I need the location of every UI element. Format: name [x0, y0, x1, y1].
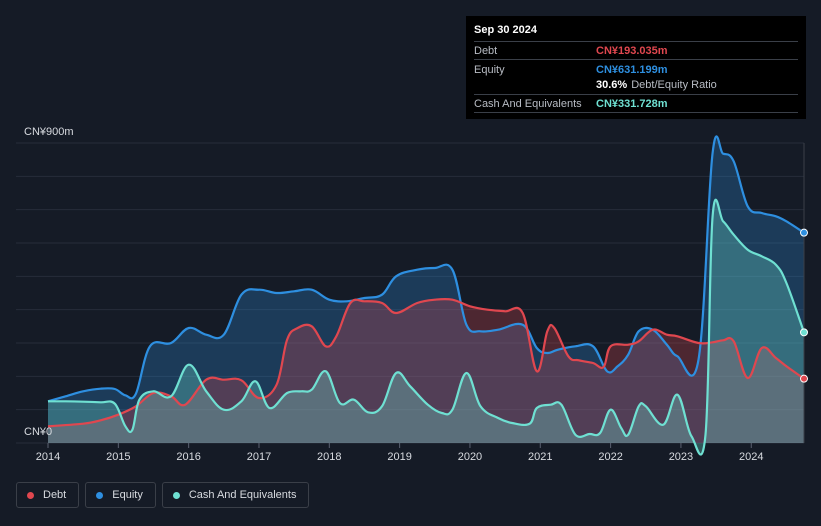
tooltip-ratio-value: 30.6% — [596, 78, 628, 91]
x-tick-label: 2014 — [36, 451, 60, 463]
x-tick-label: 2023 — [669, 451, 693, 463]
y-axis-top-label: CN¥900m — [24, 126, 74, 138]
tooltip-cash-label: Cash And Equivalents — [474, 97, 582, 110]
x-tick-label: 2018 — [317, 451, 341, 463]
legend-debt-label: Debt — [43, 489, 67, 501]
tooltip-cash-value: CN¥331.728m — [596, 97, 668, 110]
equity-end-marker — [800, 228, 808, 237]
x-axis-ticks: 2014 2015 2016 2017 2018 2019 2020 2021 2022 2023… — [36, 443, 763, 463]
x-tick-label: 2022 — [598, 451, 622, 463]
legend: Debt Equity Cash And Equivalents — [16, 482, 310, 508]
legend-item-cash[interactable]: Cash And Equivalents — [161, 482, 310, 508]
debt-dot-icon — [27, 491, 34, 499]
cash-end-marker — [800, 328, 808, 337]
x-tick-label: 2021 — [528, 451, 552, 463]
tooltip-row-cash: Cash And Equivalents CN¥331.728m — [474, 94, 798, 113]
legend-equity-label: Equity — [112, 489, 143, 501]
x-tick-label: 2024 — [739, 451, 763, 463]
y-axis-bottom-label: CN¥0 — [24, 426, 52, 438]
tooltip-date: Sep 30 2024 — [474, 24, 537, 36]
x-tick-label: 2015 — [106, 451, 130, 463]
x-tick-label: 2017 — [247, 451, 271, 463]
tooltip-equity-label: Equity — [474, 63, 505, 76]
legend-item-equity[interactable]: Equity — [85, 482, 156, 508]
tooltip-debt-label: Debt — [474, 44, 498, 57]
x-tick-label: 2016 — [176, 451, 200, 463]
tooltip-ratio-label: Debt/Equity Ratio — [631, 78, 717, 91]
tooltip: Sep 30 2024 Debt CN¥193.035m Equity CN¥6… — [466, 16, 806, 119]
legend-cash-label: Cash And Equivalents — [188, 489, 297, 501]
equity-dot-icon — [96, 491, 104, 499]
legend-item-debt[interactable]: Debt — [16, 482, 80, 508]
debt-end-marker — [800, 374, 808, 383]
tooltip-ratio-spacer — [474, 79, 596, 91]
cash-dot-icon — [172, 491, 180, 499]
tooltip-equity-value: CN¥631.199m — [596, 63, 668, 76]
tooltip-row-debt: Debt CN¥193.035m — [474, 41, 798, 59]
x-tick-label: 2019 — [387, 451, 411, 463]
tooltip-row-equity: Equity CN¥631.199m 30.6% Debt/Equity Rat… — [474, 59, 798, 94]
tooltip-debt-value: CN¥193.035m — [596, 44, 668, 57]
x-tick-label: 2020 — [458, 451, 482, 463]
